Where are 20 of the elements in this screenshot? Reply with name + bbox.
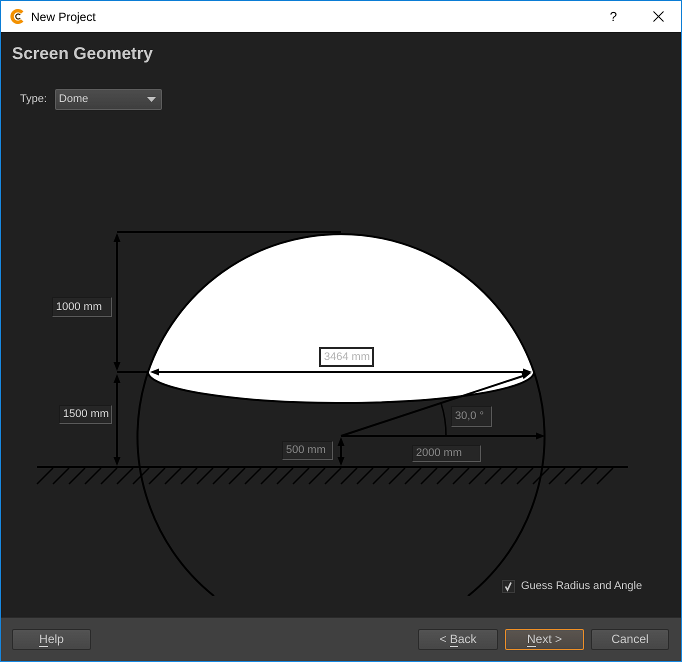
help-button[interactable]: Help (12, 629, 91, 650)
back-button[interactable]: < Back (418, 629, 498, 650)
caret-icon (146, 97, 156, 102)
cancel-button[interactable]: Cancel (591, 629, 669, 650)
close-icon[interactable] (653, 11, 664, 22)
dropdown-value: Dome (58, 92, 90, 108)
type-label: Type: (20, 92, 47, 108)
page-heading: Screen Geometry (12, 43, 153, 65)
extension-line (117, 371, 148, 373)
window-title: New Project (31, 8, 96, 26)
type-dropdown[interactable]: Dome (54, 89, 162, 110)
next-button[interactable]: Next > (505, 629, 584, 650)
center-height-dimension-arrow (338, 437, 344, 466)
help-title-button[interactable]: ? (610, 10, 617, 23)
dome-height-field[interactable]: 1000 mm (52, 297, 112, 317)
angle-arc (440, 402, 447, 436)
base-height-field[interactable]: 1500 mm (59, 405, 112, 424)
logo-icon (10, 9, 25, 24)
checkbox[interactable] (502, 580, 515, 593)
checkbox-label[interactable]: Guess Radius and Angle (521, 578, 642, 594)
